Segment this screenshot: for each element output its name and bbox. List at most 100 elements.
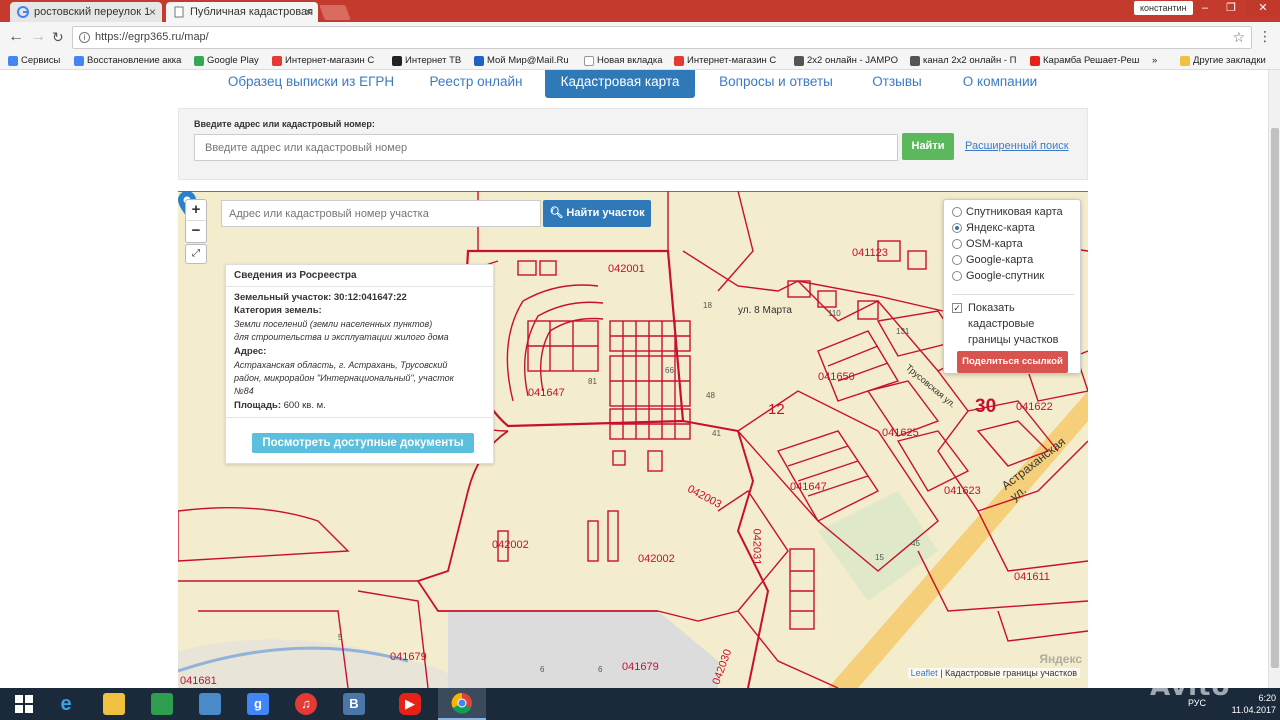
bookmark-star-icon[interactable]: ☆ — [1232, 27, 1245, 48]
reload-icon[interactable]: ↻ — [52, 28, 64, 46]
new-tab-button[interactable] — [319, 5, 351, 20]
web-page: Образец выписки из ЕГРН Реестр онлайн Ка… — [0, 70, 1280, 688]
back-arrow-icon[interactable]: ← — [8, 28, 24, 46]
address-label: Адрес: — [234, 346, 267, 357]
nav-registry-online[interactable]: Реестр онлайн — [426, 70, 526, 98]
maximize-button[interactable]: ❐ — [1218, 0, 1244, 16]
close-tab-icon[interactable]: × — [305, 2, 312, 22]
radio-button[interactable] — [952, 255, 962, 265]
bookmark-item[interactable]: Интернет-магазин С — [674, 54, 784, 68]
find-parcel-button[interactable]: 🔍︎ Найти участок — [543, 200, 651, 227]
shop-icon — [674, 56, 684, 66]
taskbar-ie[interactable]: e — [42, 688, 90, 720]
quarter-label: 041647 — [528, 387, 565, 399]
bookmark-item[interactable]: Интернет-магазин С — [272, 54, 382, 68]
quarter-label: 041647 — [790, 481, 827, 493]
other-bookmarks-folder[interactable]: Другие закладки — [1180, 54, 1276, 68]
bookmark-item[interactable]: Восстановление акка — [74, 54, 184, 68]
view-documents-button[interactable]: Посмотреть доступные документы — [252, 433, 474, 453]
tab-title: ростовский переулок 1· — [34, 6, 154, 18]
tab-title: Публичная кадастровая — [190, 6, 314, 18]
start-button[interactable] — [0, 688, 48, 720]
minimize-button[interactable]: – — [1192, 0, 1218, 16]
layer-switcher: Спутниковая карта Яндекс-карта OSM-карта… — [943, 199, 1081, 374]
zoom-control: + − — [185, 199, 207, 243]
house-number: 48 — [706, 391, 715, 400]
menu-icon[interactable]: ⋮ — [1258, 28, 1272, 45]
page-icon — [584, 56, 594, 66]
page-scrollbar[interactable] — [1268, 70, 1280, 688]
radio-button[interactable] — [952, 239, 962, 249]
chrome-icon — [451, 692, 472, 714]
nav-about[interactable]: О компании — [960, 70, 1040, 98]
show-borders-checkbox[interactable]: ✓ — [952, 303, 962, 313]
layer-google-satellite[interactable]: Google-спутник — [952, 268, 1044, 284]
radio-button[interactable] — [952, 207, 962, 217]
cadastral-map[interactable]: 042001 041123 041647 041650 041625 04162… — [178, 191, 1088, 688]
nav-sample-extract[interactable]: Образец выписки из ЕГРН — [224, 70, 398, 98]
rosreestr-info-panel: Сведения из Росреестра Земельный участок… — [225, 264, 494, 464]
taskbar-youtube[interactable]: ▶ — [386, 688, 434, 720]
windows-logo-icon — [15, 695, 33, 713]
leaflet-link[interactable]: Leaflet — [911, 668, 938, 678]
house-number: 45 — [911, 539, 920, 548]
close-window-button[interactable]: ✕ — [1246, 0, 1280, 16]
taskbar-explorer[interactable] — [90, 688, 138, 720]
info-icon[interactable]: i — [79, 32, 90, 43]
layer-google-map[interactable]: Google-карта — [952, 252, 1033, 268]
share-link-button[interactable]: Поделиться ссылкой — [957, 351, 1068, 373]
channel-icon — [910, 56, 920, 66]
nav-faq[interactable]: Вопросы и ответы — [718, 70, 834, 98]
taskbar-chrome[interactable] — [438, 688, 486, 720]
address-bar[interactable]: i https://egrp365.ru/map/ ☆ — [72, 26, 1252, 49]
bookmark-item[interactable]: канал 2x2 онлайн - П — [910, 54, 1022, 68]
clock[interactable]: 6:20 11.04.2017 — [1232, 692, 1276, 716]
bookmark-item[interactable]: Google Play — [194, 54, 266, 68]
taskbar-app[interactable] — [186, 688, 234, 720]
house-number: 81 — [588, 377, 597, 386]
profile-button[interactable]: константин — [1134, 1, 1193, 15]
taskbar-vk[interactable]: В — [330, 688, 378, 720]
address-value: район, микрорайон "Интернациональный", у… — [234, 373, 454, 383]
folder-icon — [103, 693, 125, 715]
browser-tab-2[interactable]: Публичная кадастровая × — [166, 2, 318, 22]
layer-satellite[interactable]: Спутниковая карта — [952, 204, 1063, 220]
browser-tab-1[interactable]: ростовский переулок 1· × — [10, 2, 162, 22]
category-value: для строительства и эксплуатации жилого … — [234, 332, 449, 342]
parcel-search-input[interactable] — [221, 200, 541, 227]
quarter-label: 041123 — [852, 247, 888, 259]
address-search-input[interactable] — [194, 134, 898, 161]
close-tab-icon[interactable]: × — [149, 2, 156, 22]
address-search-panel: Введите адрес или кадастровый номер: Най… — [178, 108, 1088, 180]
quarter-label: 042002 — [638, 553, 675, 565]
bookmark-apps[interactable]: Сервисы — [8, 54, 68, 68]
scroll-thumb[interactable] — [1271, 128, 1279, 668]
radio-button-selected[interactable] — [952, 223, 962, 233]
quarter-label: 041681 — [180, 675, 217, 687]
zoom-out-button[interactable]: − — [186, 221, 206, 242]
quarter-label: 041679 — [390, 651, 427, 663]
taskbar-store[interactable] — [138, 688, 186, 720]
nav-reviews[interactable]: Отзывы — [868, 70, 926, 98]
mail-icon — [474, 56, 484, 66]
bookmark-item[interactable]: 2x2 онлайн - JAMPO — [794, 54, 902, 68]
taskbar-music[interactable]: ♫ — [282, 688, 330, 720]
nav-cadastral-map[interactable]: Кадастровая карта — [545, 70, 695, 98]
zoom-in-button[interactable]: + — [186, 200, 206, 221]
find-button[interactable]: Найти — [902, 133, 954, 160]
taskbar-google[interactable]: g — [234, 688, 282, 720]
advanced-search-link[interactable]: Расширенный поиск — [965, 140, 1069, 152]
layer-yandex[interactable]: Яндекс-карта — [952, 220, 1035, 236]
forward-arrow-icon[interactable]: → — [30, 28, 46, 46]
bookmark-item[interactable]: Мой Мир@Mail.Ru — [474, 54, 578, 68]
layer-osm[interactable]: OSM-карта — [952, 236, 1023, 252]
tv-icon — [392, 56, 402, 66]
more-bookmarks-chevron[interactable]: » — [1152, 54, 1168, 68]
radio-button[interactable] — [952, 271, 962, 281]
bookmark-item[interactable]: Карамба Решает-Реш — [1030, 54, 1142, 68]
fullscreen-icon[interactable]: ⤢ — [185, 244, 207, 264]
bookmark-item[interactable]: Новая вкладка — [584, 54, 666, 68]
divider — [226, 417, 493, 418]
house-number: 6 — [598, 665, 603, 674]
bookmark-item[interactable]: Интернет ТВ — [392, 54, 466, 68]
